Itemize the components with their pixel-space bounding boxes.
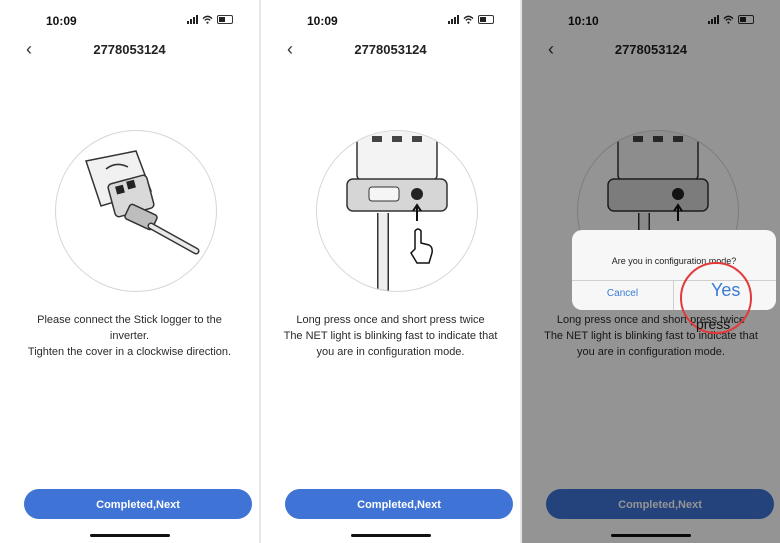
instruction-line: Long press once and short press twice (296, 314, 485, 326)
battery-icon (478, 15, 494, 24)
logger-illustration (316, 130, 478, 292)
wifi-icon (463, 15, 474, 24)
dialog-question: Are you in configuration mode? (611, 256, 737, 266)
press-annotation: press (696, 316, 731, 332)
cancel-button[interactable]: Cancel (572, 288, 673, 299)
instruction-line: Please connect the Stick logger to the (37, 314, 222, 326)
instruction-text: Please connect the Stick logger to the i… (16, 312, 243, 360)
status-time: 10:09 (46, 14, 77, 28)
instruction-line: Tighten the cover in a clockwise directi… (27, 346, 232, 358)
status-icons (187, 15, 233, 24)
screen-connect-logger: 10:09 ‹ 2778053124 Please connect the St… (0, 0, 259, 543)
nav-bar: ‹ 2778053124 (0, 38, 259, 62)
pointing-hand-icon (410, 228, 433, 264)
home-indicator[interactable] (350, 534, 431, 537)
instruction-text: Long press once and short press twice Th… (277, 312, 504, 360)
completed-next-button[interactable]: Completed,Next (285, 489, 513, 519)
stick-logger-image (85, 150, 200, 255)
logger-illustration (55, 130, 217, 292)
nav-bar: ‹ 2778053124 (261, 38, 520, 62)
battery-icon (217, 15, 233, 24)
status-icons (448, 15, 494, 24)
instruction-line: you are in configuration mode. (316, 346, 465, 358)
page-title: 2778053124 (354, 42, 427, 57)
status-bar: 10:09 (0, 14, 259, 32)
screen-press-button: 10:09 ‹ 2778053124 Long press once and s… (261, 0, 520, 543)
signal-icon (187, 15, 198, 24)
status-time: 10:09 (307, 14, 338, 28)
instruction-line: inverter. (109, 330, 150, 342)
signal-icon (448, 15, 459, 24)
wifi-icon (202, 15, 213, 24)
arrow-up-icon (412, 203, 422, 221)
status-bar: 10:09 (261, 14, 520, 32)
logger-button-image (346, 131, 448, 291)
instruction-line: The NET light is blinking fast to indica… (283, 330, 498, 342)
home-indicator[interactable] (89, 534, 170, 537)
completed-next-button[interactable]: Completed,Next (24, 489, 252, 519)
dialog-button-divider (673, 280, 674, 310)
page-title: 2778053124 (93, 42, 166, 57)
